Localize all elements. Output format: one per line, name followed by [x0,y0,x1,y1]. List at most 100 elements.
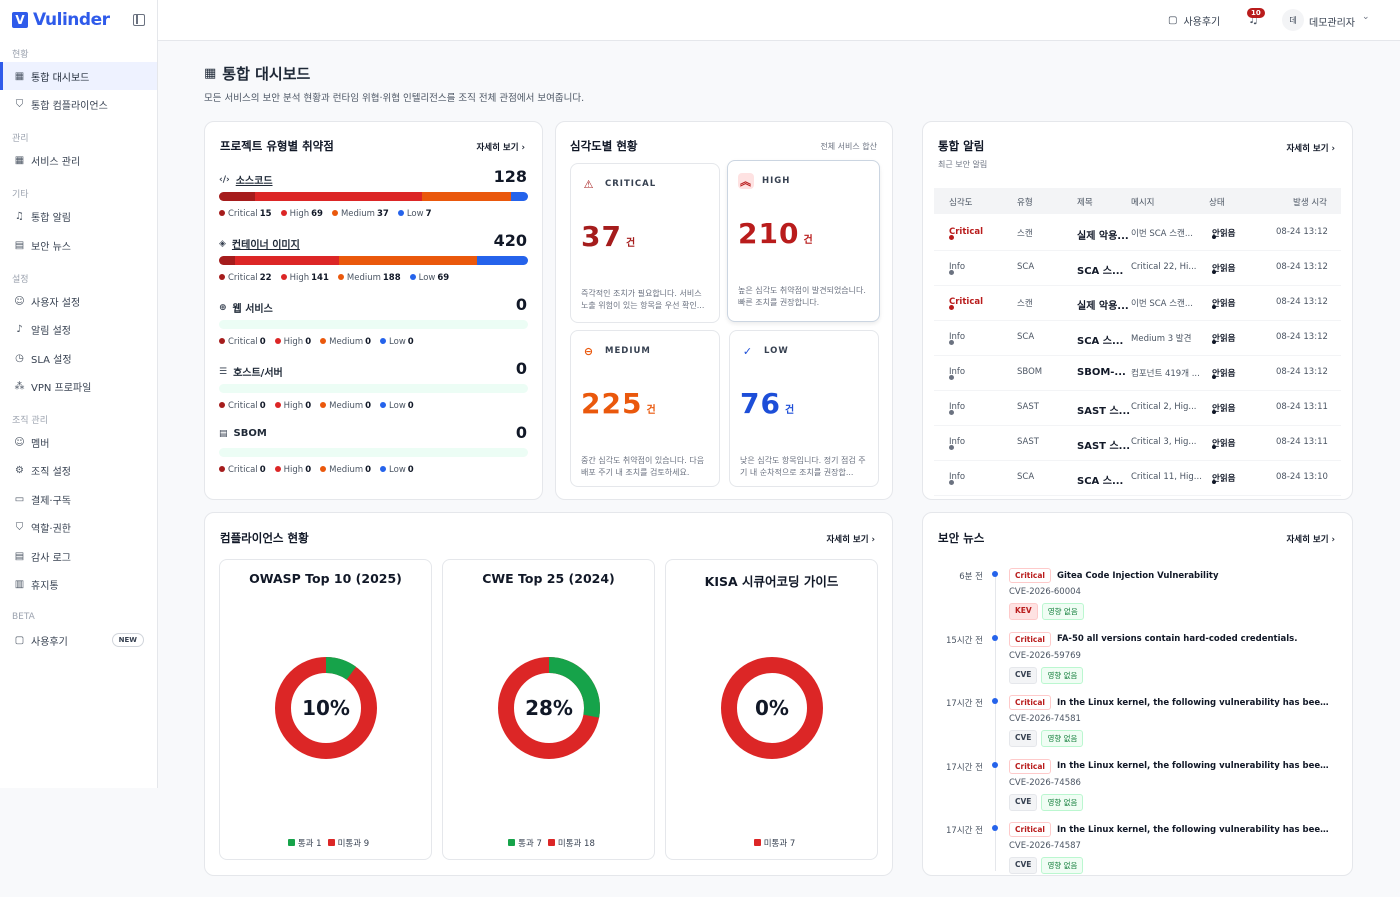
alert-type: SAST [1017,402,1039,412]
trash-icon: ▥ [14,578,25,590]
compliance-item[interactable]: OWASP Top 10 (2025) 10% 통과 1 미통과 9 [219,559,432,860]
nav-item-sla[interactable]: ◷ SLA 설정 [0,344,157,372]
vuln-legend: Critical 0 High 0 Medium 0 Low 0 [219,465,414,475]
nav-label: SLA 설정 [31,354,72,366]
review-button[interactable]: ▢ 사용후기 [1168,13,1220,28]
vuln-type-name[interactable]: ‹/› 소스코드 [219,172,273,188]
severity-high-card[interactable]: ︽ HIGH 210 건 높은 심각도 취약점이 발견되었습니다. 빠른 조치를 권장합… [727,160,880,322]
vuln-type-name[interactable]: ◈ 컨테이너 이미지 [219,236,300,252]
vuln-type-name[interactable]: ☰ 호스트/서버 [219,364,283,380]
vuln-type-label: 웹 서비스 [232,304,273,315]
legend-low: Low 0 [380,337,414,347]
nav-item-review[interactable]: ▢ 사용후기 NEW [0,626,157,654]
alert-row[interactable]: Info SCA SCA 스... Critical 11, Hig... 안읽음 08-… [934,461,1341,496]
chevron-down-icon[interactable]: ⌄ [1362,12,1370,22]
vuln-type-name[interactable]: ⊕ 웹 서비스 [219,300,273,316]
compliance-card: 컴플라이언스 현황 자세히 보기 › OWASP Top 10 (2025) 10… [204,512,893,876]
nav-item-user-settings[interactable]: ☺ 사용자 설정 [0,287,157,315]
alert-row[interactable]: Info SBOM SBOM-... 컴포넌트 419개 ... 안읽음 08-24 13… [934,356,1341,391]
news-item[interactable]: 17시간 전 Critical In the Linux kernel, the f… [937,758,1337,819]
vuln-type-label: 호스트/서버 [233,368,283,379]
nav-item-members[interactable]: ☺ 멤버 [0,428,157,456]
severity-low-card[interactable]: ✓ LOW 76 건 낮은 심각도 항목입니다. 정기 점검 주기 내 순차적으로 조치… [729,330,879,487]
news-cve-id: CVE-2026-74581 [1009,714,1081,724]
more-link[interactable]: 자세히 보기 › [476,141,525,153]
vuln-bar [219,192,528,201]
nav-item-audit[interactable]: ▤ 감사 로그 [0,542,157,570]
nav-item-trash[interactable]: ▥ 휴지통 [0,570,157,598]
alert-title: 실제 악용... [1077,301,1129,312]
alert-row[interactable]: Info SAST SAST 스... Critical 3, Hig... 안읽음 08… [934,426,1341,461]
legend-dot [397,209,404,216]
nav-section-settings: 설정 [12,275,29,285]
card-title: 프로젝트 유형별 취약점 [220,139,334,153]
severity-count: 210 건 [738,217,814,250]
legend-label: High [283,337,304,347]
alert-title: SBOM-... [1077,367,1126,378]
nav-item-billing[interactable]: ▭ 결제·구독 [0,485,157,513]
nav-item-service-mgmt[interactable]: ▦ 서비스 관리 [0,146,157,174]
nav-item-compliance[interactable]: ⛉ 통합 컴플라이언스 [0,90,157,118]
severity-critical-card[interactable]: ⚠ CRITICAL 37 건 즉각적인 조치가 필요합니다. 서비스 노출 위험이 있… [570,163,720,323]
news-item[interactable]: 6분 전 Critical Gitea Code Injection Vulnera… [937,568,1337,628]
legend-dot [274,465,281,472]
legend-critical: Critical 0 [219,465,266,475]
nav-item-org-settings[interactable]: ⚙ 조직 설정 [0,456,157,484]
news-title: Gitea Code Injection Vulnerability [1057,570,1219,581]
nav-section-manage: 관리 [12,134,29,144]
alert-row[interactable]: Info SCA SCA 스... Medium 3 발견 안읽음 08-24 13:12 [934,321,1341,356]
nav-item-vpn[interactable]: ⁂ VPN 프로파일 [0,372,157,400]
news-item[interactable]: 15시간 전 Critical FA-50 all versions contain… [937,631,1337,692]
legend-label: High [283,401,304,411]
more-link[interactable]: 자세히 보기 › [1286,142,1335,154]
alert-row[interactable]: Info SCA SCA 스... Critical 22, Hi... 안읽음 08-2… [934,251,1341,286]
legend-value: 37 [376,209,389,219]
vuln-type-total: 420 [493,231,527,250]
donut-percent: 10% [302,696,350,720]
compliance-item[interactable]: CWE Top 25 (2024) 28% 통과 7 미통과 18 [442,559,655,860]
alert-row[interactable]: Critical 스캔 실제 악용... 이번 SCA 스캔... 안읽음 08-24 1… [934,216,1341,251]
compliance-item[interactable]: KISA 시큐어코딩 가이드 0% 미통과 7 [665,559,878,860]
nav-label: 조직 설정 [31,466,71,478]
legend-label: Medium [329,401,364,411]
more-link[interactable]: 자세히 보기 › [1286,533,1335,545]
donut-percent: 28% [525,696,573,720]
nav-item-alerts[interactable]: ♫ 통합 알림 [0,202,157,230]
legend-value: 0 [365,401,372,411]
nav-label: 결제·구독 [31,495,71,507]
vuln-type-name[interactable]: ▤ SBOM [219,428,267,439]
compliance-legend: 통과 7 미통과 18 [443,837,654,849]
nav-item-dashboard[interactable]: ▦ 통합 대시보드 [0,62,157,90]
alert-status: 안읽음 [1212,437,1235,449]
nav-item-roles[interactable]: ⛉ 역할·권한 [0,513,157,541]
legend-high: High 0 [274,401,311,411]
vuln-bar-medium [421,192,512,201]
sidebar-collapse-icon[interactable] [133,14,145,26]
severity-value: 225 [581,387,643,420]
alert-row[interactable]: Critical 스캔 실제 악용... 이번 SCA 스캔... 안읽음 08-24 1… [934,286,1341,321]
legend-medium: Medium 0 [320,337,371,347]
alert-row[interactable]: Info SAST SAST 스... Critical 2, Hig... 안읽음 08… [934,391,1341,426]
legend-value: 0 [259,337,266,347]
more-link[interactable]: 자세히 보기 › [826,533,875,545]
nav-label: 역할·권한 [31,523,71,535]
vuln-bar [219,384,528,393]
severity-medium-card[interactable]: ⊖ MEDIUM 225 건 중간 심각도 취약점이 있습니다. 다음 배포 주기 내 … [570,330,720,487]
news-item[interactable]: 17시간 전 Critical In the Linux kernel, the f… [937,695,1337,755]
avatar[interactable]: 데 [1282,9,1304,31]
severity-dot [949,410,954,415]
news-severity-tag: Critical [1009,631,1052,647]
severity-dot [949,235,954,240]
alert-time: 08-24 13:11 [1276,402,1328,412]
user-name[interactable]: 데모관리자 [1309,14,1355,29]
container-icon: ◈ [219,238,226,249]
page-title: ▦ 통합 대시보드 [204,63,310,84]
severity-count: 37 건 [581,220,636,253]
nav-item-news[interactable]: ▤ 보안 뉴스 [0,231,157,259]
vuln-bar-low [477,256,528,265]
notification-count-badge: 10 [1247,8,1265,18]
nav-item-alert-settings[interactable]: ♪ 알림 설정 [0,315,157,343]
logo[interactable]: V Vulinder [12,10,110,30]
news-tags: CVE 영향 없음 [1009,730,1084,747]
news-item[interactable]: 17시간 전 Critical In the Linux kernel, the f… [937,822,1337,875]
